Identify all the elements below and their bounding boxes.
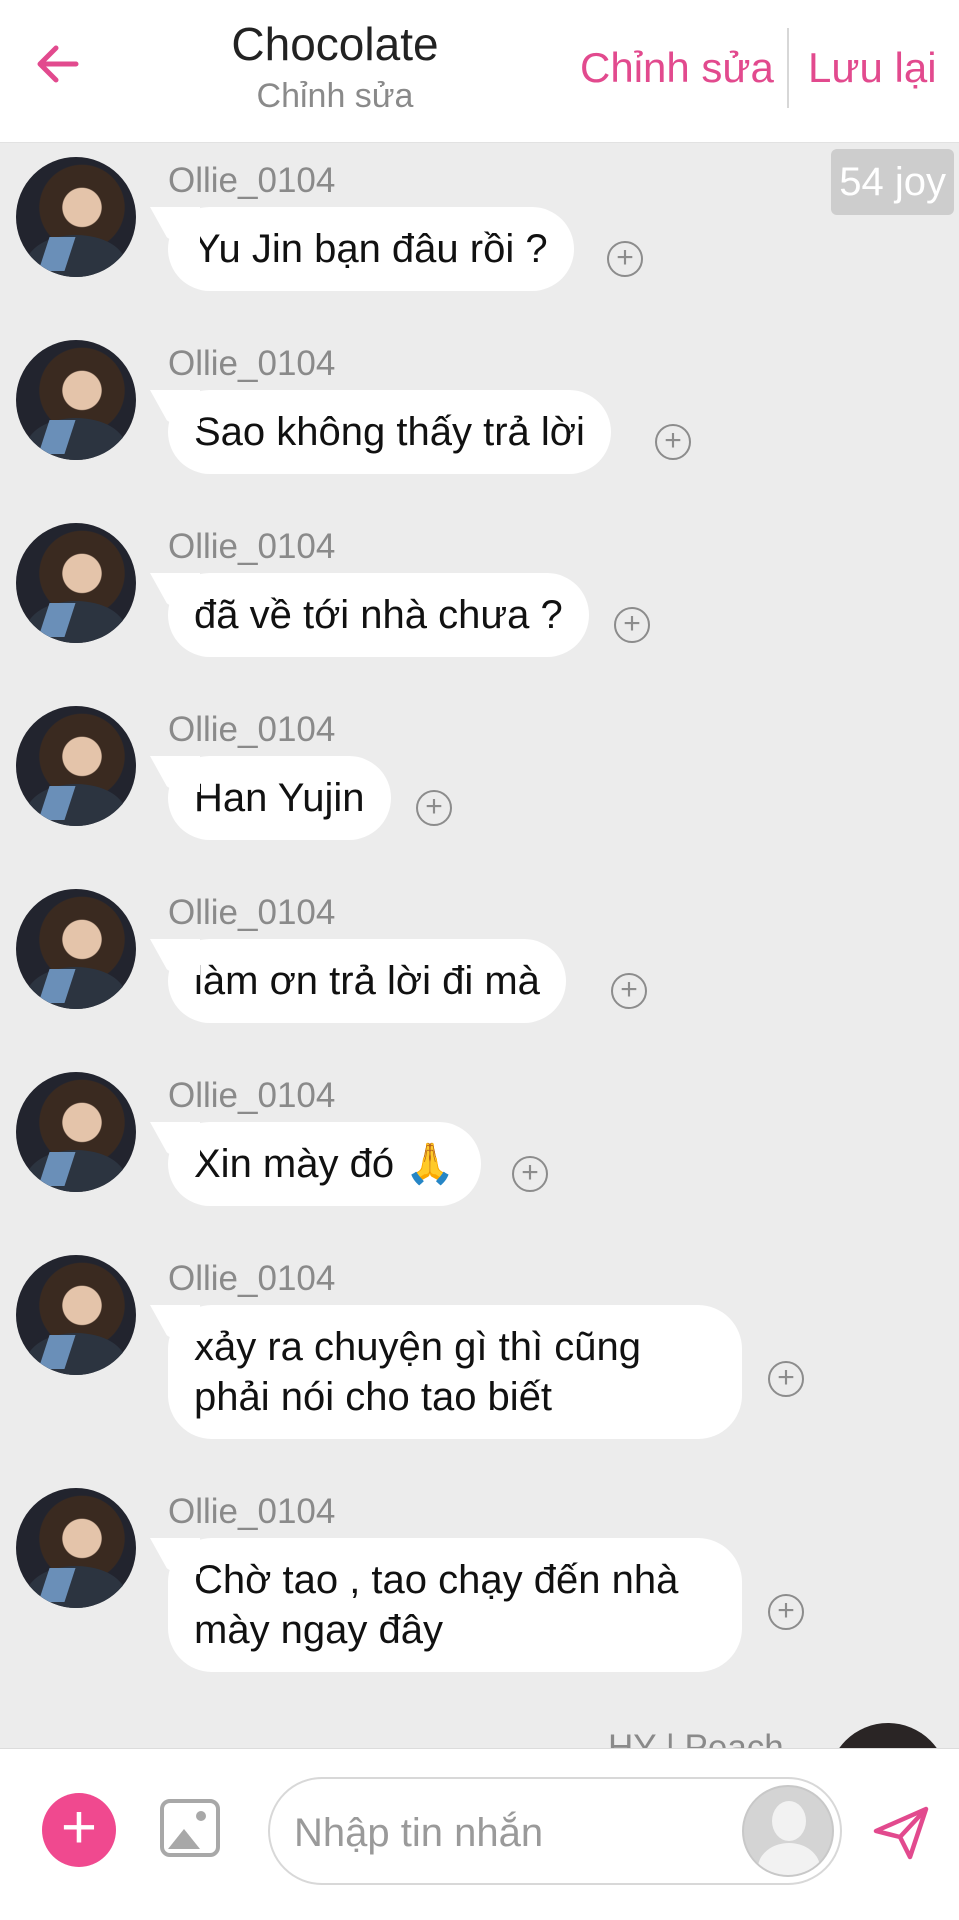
message-bubble[interactable]: đã về tới nhà chưa ? <box>168 573 589 657</box>
avatar[interactable] <box>828 1723 948 1748</box>
message-bubble[interactable]: Chờ tao , tao chạy đến nhà mày ngay đây <box>168 1538 742 1672</box>
chat-area[interactable]: 54 joy Ollie_0104 Yu Jin bạn đâu rồi ? +… <box>0 143 959 1748</box>
add-reaction-icon[interactable]: + <box>416 790 452 826</box>
message-username: Ollie_0104 <box>168 1492 336 1531</box>
avatar[interactable] <box>16 523 136 643</box>
message-username: Ollie_0104 <box>168 1259 336 1298</box>
message-input[interactable] <box>292 1805 736 1861</box>
chat-title: Chocolate <box>231 18 439 70</box>
arrow-left-icon[interactable] <box>30 36 86 92</box>
avatar[interactable] <box>16 340 136 460</box>
joy-badge: 54 joy <box>831 149 954 215</box>
add-reaction-icon[interactable]: + <box>611 973 647 1009</box>
send-icon[interactable] <box>870 1801 932 1863</box>
message-bubble[interactable]: làm ơn trả lời đi mà <box>168 939 566 1023</box>
add-reaction-icon[interactable]: + <box>655 424 691 460</box>
partial-message-username: HY | Peach <box>608 1728 784 1748</box>
message-username: Ollie_0104 <box>168 1076 336 1115</box>
image-icon[interactable] <box>160 1799 220 1857</box>
add-reaction-icon[interactable]: + <box>614 607 650 643</box>
message-username: Ollie_0104 <box>168 893 336 932</box>
chat-header: Chocolate Chỉnh sửa Chỉnh sửa Lưu lại <box>0 0 959 143</box>
message-bubble[interactable]: xảy ra chuyện gì thì cũng phải nói cho t… <box>168 1305 742 1439</box>
message-username: Ollie_0104 <box>168 344 336 383</box>
avatar[interactable] <box>16 1072 136 1192</box>
message-username: Ollie_0104 <box>168 527 336 566</box>
title-block: Chocolate Chỉnh sửa <box>160 14 510 118</box>
edit-button[interactable]: Chỉnh sửa <box>580 40 774 96</box>
message-bubble[interactable]: Han Yujin <box>168 756 391 840</box>
persona-avatar-icon[interactable] <box>742 1785 834 1877</box>
add-reaction-icon[interactable]: + <box>607 241 643 277</box>
composer-bar: + <box>0 1748 959 1920</box>
add-reaction-icon[interactable]: + <box>512 1156 548 1192</box>
chat-subtitle: Chỉnh sửa <box>256 77 414 115</box>
message-bubble[interactable]: Yu Jin bạn đâu rồi ? <box>168 207 574 291</box>
avatar[interactable] <box>16 889 136 1009</box>
add-reaction-icon[interactable]: + <box>768 1594 804 1630</box>
avatar[interactable] <box>16 157 136 277</box>
message-username: Ollie_0104 <box>168 710 336 749</box>
save-button[interactable]: Lưu lại <box>808 40 937 96</box>
avatar[interactable] <box>16 1255 136 1375</box>
message-username: Ollie_0104 <box>168 161 336 200</box>
message-bubble[interactable]: Sao không thấy trả lời <box>168 390 611 474</box>
header-divider <box>787 28 789 108</box>
add-reaction-icon[interactable]: + <box>768 1361 804 1397</box>
plus-icon[interactable]: + <box>42 1793 116 1867</box>
message-input-box[interactable] <box>268 1777 842 1885</box>
avatar[interactable] <box>16 706 136 826</box>
avatar[interactable] <box>16 1488 136 1608</box>
message-bubble[interactable]: Xin mày đó 🙏 <box>168 1122 482 1206</box>
